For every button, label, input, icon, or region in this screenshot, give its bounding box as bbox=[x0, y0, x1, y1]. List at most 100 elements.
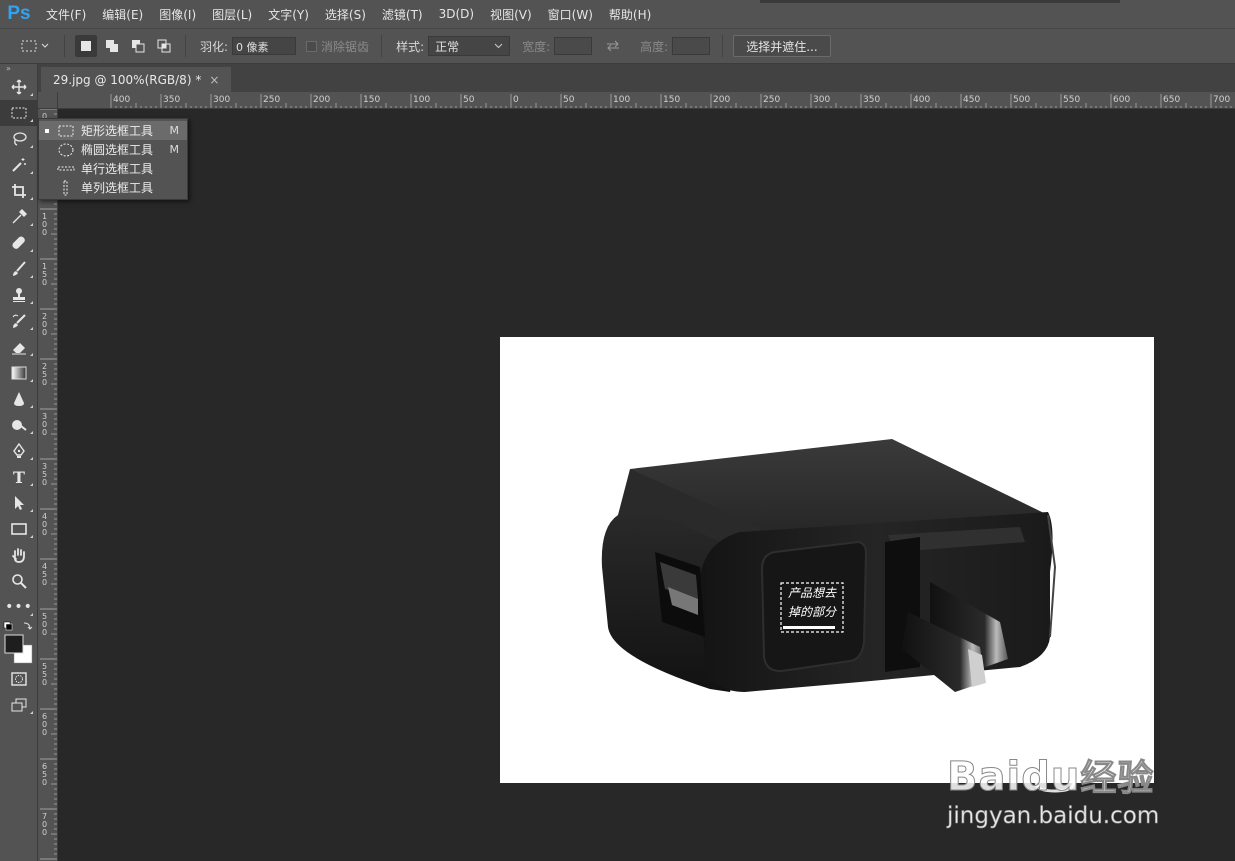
clone-stamp-tool[interactable] bbox=[0, 282, 38, 308]
screen-mode-button[interactable] bbox=[0, 692, 38, 718]
ruler-label: 550 bbox=[1063, 95, 1080, 105]
dodge-icon bbox=[12, 420, 27, 431]
intersect-selection-icon bbox=[157, 39, 171, 53]
feather-input[interactable]: 0 像素 bbox=[232, 37, 297, 55]
select-and-mask-button[interactable]: 选择并遮住... bbox=[733, 35, 831, 57]
document-tab[interactable]: 29.jpg @ 100%(RGB/8) * × bbox=[41, 67, 232, 92]
rectangular-marquee-tool[interactable] bbox=[0, 100, 38, 126]
menu-layer[interactable]: 图层(L) bbox=[204, 6, 260, 23]
screen-mode-icon bbox=[11, 698, 27, 712]
tools-panel: » T ••• bbox=[0, 64, 38, 861]
menu-bar: Ps 文件(F) 编辑(E) 图像(I) 图层(L) 文字(Y) 选择(S) 滤… bbox=[0, 0, 1235, 28]
flyout-ellipse-marquee[interactable]: 椭圆选框工具 M bbox=[39, 140, 187, 159]
magic-wand-tool[interactable] bbox=[0, 152, 38, 178]
move-tool[interactable] bbox=[0, 74, 38, 100]
document-image[interactable]: 产品想去 掉的部分 bbox=[500, 337, 1154, 783]
healing-brush-tool[interactable] bbox=[0, 230, 38, 256]
lasso-tool[interactable] bbox=[0, 126, 38, 152]
menu-image[interactable]: 图像(I) bbox=[151, 6, 204, 23]
color-swatches-graphic bbox=[3, 621, 33, 664]
dodge-tool[interactable] bbox=[0, 412, 38, 438]
arrow-cursor-icon bbox=[15, 496, 24, 510]
style-select-value: 正常 bbox=[435, 39, 460, 54]
rectangle-icon bbox=[11, 523, 27, 535]
brush-tool[interactable] bbox=[0, 256, 38, 282]
rectangle-tool[interactable] bbox=[0, 516, 38, 542]
history-brush-tool[interactable] bbox=[0, 308, 38, 334]
ruler-origin[interactable] bbox=[38, 92, 58, 109]
add-to-selection-button[interactable] bbox=[101, 35, 123, 57]
quick-mask-button[interactable] bbox=[0, 666, 38, 692]
ruler-label: 100 bbox=[613, 95, 630, 105]
ruler-label: 250 bbox=[263, 95, 280, 105]
type-tool[interactable]: T bbox=[0, 464, 38, 490]
antialias-checkbox[interactable] bbox=[306, 40, 318, 52]
width-label: 宽度: bbox=[522, 39, 551, 54]
ruler-label: 0 bbox=[42, 478, 47, 487]
tool-preset-picker[interactable] bbox=[18, 35, 54, 57]
zoom-icon bbox=[12, 574, 27, 589]
lasso-icon bbox=[13, 132, 27, 146]
flyout-shortcut: M bbox=[169, 124, 180, 137]
brush-icon bbox=[13, 261, 26, 276]
move-icon bbox=[11, 79, 27, 95]
flyout-single-row-marquee[interactable]: 单行选框工具 bbox=[39, 159, 187, 178]
style-label: 样式: bbox=[396, 39, 425, 54]
pen-tool[interactable] bbox=[0, 438, 38, 464]
menu-filter[interactable]: 滤镜(T) bbox=[374, 6, 431, 23]
subtract-from-selection-button[interactable] bbox=[127, 35, 149, 57]
ruler-label: 0 bbox=[42, 578, 47, 587]
hand-tool[interactable] bbox=[0, 542, 38, 568]
height-input[interactable] bbox=[672, 37, 711, 55]
ruler-label: 150 bbox=[663, 95, 680, 105]
vertical-ruler[interactable]: 0501001502002503003504004505005506006507… bbox=[38, 109, 58, 861]
horizontal-ruler[interactable]: 400 350 300 250 200 150 100 50 0 50 100 150 200 250 30… bbox=[58, 92, 1235, 109]
ruler-label: 450 bbox=[963, 95, 980, 105]
menu-view[interactable]: 视图(V) bbox=[482, 6, 540, 23]
close-icon[interactable]: × bbox=[209, 73, 219, 87]
new-selection-icon bbox=[81, 41, 91, 51]
document-tab-title: 29.jpg @ 100%(RGB/8) * bbox=[53, 72, 202, 87]
quick-mask-icon bbox=[11, 672, 27, 686]
crop-tool[interactable] bbox=[0, 178, 38, 204]
path-selection-tool[interactable] bbox=[0, 490, 38, 516]
width-input[interactable] bbox=[554, 37, 593, 55]
panel-grip[interactable]: » bbox=[0, 64, 37, 74]
menu-file[interactable]: 文件(F) bbox=[38, 6, 94, 23]
ruler-label: 0 bbox=[42, 828, 47, 837]
zoom-tool[interactable] bbox=[0, 568, 38, 594]
marquee-icon bbox=[11, 107, 27, 119]
blur-tool[interactable] bbox=[0, 386, 38, 412]
gradient-icon bbox=[11, 366, 27, 380]
menu-type[interactable]: 文字(Y) bbox=[260, 6, 317, 23]
height-label: 高度: bbox=[640, 39, 669, 54]
menu-help[interactable]: 帮助(H) bbox=[601, 6, 659, 23]
style-select[interactable]: 正常 bbox=[428, 36, 511, 56]
crop-icon bbox=[12, 184, 26, 198]
ruler-label: 400 bbox=[913, 95, 930, 105]
menu-3d[interactable]: 3D(D) bbox=[431, 7, 482, 21]
ruler-label: 650 bbox=[1163, 95, 1180, 105]
watermark-brand-suffix: 经验 bbox=[1080, 758, 1155, 800]
ruler-label: 300 bbox=[813, 95, 830, 105]
edit-toolbar-button[interactable]: ••• bbox=[0, 594, 38, 620]
ruler-label: 200 bbox=[313, 95, 330, 105]
new-selection-button[interactable] bbox=[75, 35, 97, 57]
more-dots-icon: ••• bbox=[5, 599, 33, 615]
intersect-selection-button[interactable] bbox=[153, 35, 175, 57]
menu-window[interactable]: 窗口(W) bbox=[540, 6, 601, 23]
ruler-label: 0 bbox=[42, 628, 47, 637]
eraser-tool[interactable] bbox=[0, 334, 38, 360]
magic-wand-icon bbox=[12, 158, 26, 172]
ruler-label: 300 bbox=[213, 95, 230, 105]
menu-select[interactable]: 选择(S) bbox=[317, 6, 374, 23]
gradient-tool[interactable] bbox=[0, 360, 38, 386]
flyout-single-column-marquee[interactable]: 单列选框工具 bbox=[39, 178, 187, 197]
ruler-label: 0 bbox=[42, 728, 47, 737]
swap-dimensions-button[interactable] bbox=[602, 35, 624, 57]
annotation-line-2: 掉的部分 bbox=[788, 605, 837, 619]
menu-edit[interactable]: 编辑(E) bbox=[94, 6, 151, 23]
eyedropper-tool[interactable] bbox=[0, 204, 38, 230]
ruler-label: 600 bbox=[1113, 95, 1130, 105]
flyout-rect-marquee[interactable]: 矩形选框工具 M bbox=[39, 121, 187, 140]
